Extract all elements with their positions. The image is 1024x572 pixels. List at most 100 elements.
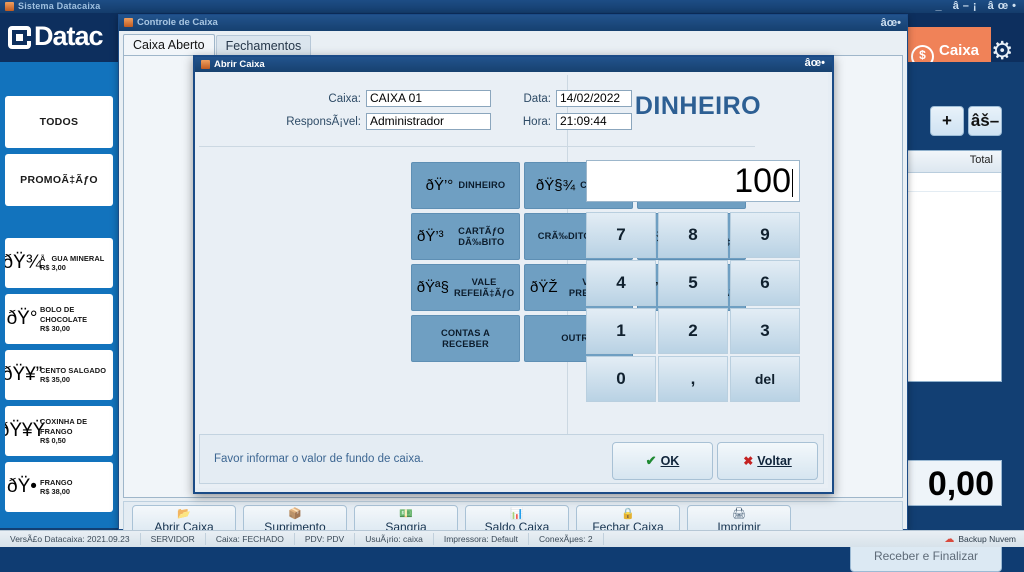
caixa-label: Caixa: bbox=[328, 92, 361, 105]
list-item[interactable]: ðŸ¾ ÃGUA MINERAL R$ 3,00 bbox=[5, 238, 113, 288]
print-icon: 🖨 bbox=[732, 508, 746, 520]
keypad-key-4[interactable]: 4 bbox=[586, 260, 656, 306]
close-icon[interactable]: âœ• bbox=[805, 56, 825, 71]
caixa-field[interactable]: CAIXA 01 bbox=[366, 90, 491, 107]
voltar-button[interactable]: ✖ Voltar bbox=[717, 442, 818, 480]
responsavel-field[interactable]: Administrador bbox=[366, 113, 491, 130]
app-titlebar: Sistema Datacaixa _ â–¡ âœ• bbox=[0, 0, 1024, 13]
logo-mark-icon bbox=[8, 26, 31, 49]
backup-status[interactable]: ☁ Backup Nuvem bbox=[936, 534, 1024, 545]
keypad-key-8[interactable]: 8 bbox=[658, 212, 728, 258]
controle-title-text: Controle de Caixa bbox=[137, 17, 218, 28]
dialog-title-text: Abrir Caixa bbox=[214, 59, 265, 70]
keypad-key-1[interactable]: 1 bbox=[586, 308, 656, 354]
dialog-footer: Favor informar o valor de fundo de caixa… bbox=[199, 434, 824, 484]
water-bottle-icon: ðŸ¾ bbox=[5, 252, 42, 273]
close-register-icon: 🔒 bbox=[621, 508, 635, 520]
keypad-key-0[interactable]: 0 bbox=[586, 356, 656, 402]
keypad-key-6[interactable]: 6 bbox=[730, 260, 800, 306]
tab-fechamentos[interactable]: Fechamentos bbox=[215, 35, 312, 56]
sidebar-item-todos[interactable]: TODOS bbox=[5, 96, 113, 148]
backup-label: Backup Nuvem bbox=[958, 534, 1016, 544]
x-icon: ✖ bbox=[743, 454, 754, 468]
close-icon[interactable]: âœ• bbox=[881, 15, 901, 31]
cake-icon: ðŸ° bbox=[6, 308, 38, 329]
keypad-key-3[interactable]: 3 bbox=[730, 308, 800, 354]
product-price: R$ 0,50 bbox=[40, 435, 66, 445]
check-icon: ✔ bbox=[645, 453, 657, 468]
keypad-key-7[interactable]: 7 bbox=[586, 212, 656, 258]
product-price: R$ 38,00 bbox=[40, 487, 70, 497]
balance-icon: 📊 bbox=[510, 508, 524, 520]
data-label: Data: bbox=[523, 92, 552, 105]
window-controls[interactable]: _ â–¡ âœ• bbox=[936, 0, 1020, 13]
ok-button[interactable]: ✔ OK bbox=[612, 442, 713, 480]
statusbar-cell: SERVIDOR bbox=[141, 533, 206, 545]
sidebar-item-promocao[interactable]: PROMOÃ‡ÃƒO bbox=[5, 154, 113, 206]
statusbar-cell: Caixa: FECHADO bbox=[206, 533, 295, 545]
hint-text: Favor informar o valor de fundo de caixa… bbox=[214, 453, 424, 465]
list-item[interactable]: ðŸ¥ŸCOXINHA DE FRANGOR$ 0,50 bbox=[5, 406, 113, 456]
payment-method-cart-o-d-bito[interactable]: ðŸ’³ CARTÃƒO DÃ‰BITO bbox=[411, 213, 520, 260]
list-item[interactable]: ðŸ° BOLO DE CHOCOLATE R$ 30,00 bbox=[5, 294, 113, 344]
product-name: ÃGUA MINERAL bbox=[40, 253, 105, 263]
dialog-body: Caixa: CAIXA 01 Data: 14/02/2022 Respons… bbox=[195, 72, 828, 488]
ok-label: OK bbox=[660, 454, 680, 468]
product-name: BOLO DE CHOCOLATE bbox=[40, 305, 88, 324]
datacaixa-logo: Datac bbox=[8, 21, 104, 52]
payment-method-label: VALE REFEIÃ‡ÃƒO bbox=[453, 276, 515, 298]
payment-method-vale-refei-o[interactable]: ðŸª§ VALE REFEIÃ‡ÃƒO bbox=[411, 264, 520, 311]
tabstrip: Caixa Aberto Fechamentos bbox=[123, 34, 312, 56]
debit-card-icon: ðŸ’³ bbox=[417, 228, 444, 245]
coxinha-icon: ðŸ¥Ÿ bbox=[5, 420, 46, 441]
keypad-key-comma[interactable]: , bbox=[658, 356, 728, 402]
hora-label: Hora: bbox=[522, 115, 551, 128]
pizza-slice-icon: ðŸ• bbox=[7, 476, 37, 497]
scale-icon[interactable]: âš– bbox=[968, 106, 1002, 136]
statusbar: VersÃ£o Datacaixa: 2021.09.23 SERVIDOR Cai… bbox=[0, 530, 1024, 547]
amount-value: 100 bbox=[734, 162, 791, 200]
voltar-label: Voltar bbox=[757, 454, 792, 468]
supply-icon: 📦 bbox=[288, 508, 302, 520]
product-name: FRANGO bbox=[40, 477, 73, 487]
food-voucher-icon: ðŸª§ bbox=[416, 279, 449, 296]
payment-method-label: CONTAS A RECEBER bbox=[440, 327, 491, 349]
cart-tools: + âš– bbox=[930, 106, 1002, 136]
application-window: Sistema Datacaixa _ â–¡ âœ• Datac $ Caixa… bbox=[0, 0, 1024, 572]
responsavel-label: ResponsÃ¡vel: bbox=[286, 115, 361, 128]
sidebar-divider bbox=[0, 212, 118, 232]
statusbar-cell: UsuÃ¡rio: caixa bbox=[355, 533, 434, 545]
brand-name-text: Datac bbox=[34, 21, 104, 51]
statusbar-cell: VersÃ£o Datacaixa: 2021.09.23 bbox=[0, 533, 141, 545]
payment-method-label: CARTÃƒO DÃ‰BITO bbox=[458, 225, 505, 247]
controle-titlebar: Controle de Caixa âœ• bbox=[119, 15, 907, 31]
product-name: CENTO SALGADO bbox=[40, 365, 107, 375]
keypad-key-5[interactable]: 5 bbox=[658, 260, 728, 306]
gift-icon: ðŸŽ bbox=[530, 279, 558, 296]
payment-method-label: DINHEIRO bbox=[458, 180, 506, 190]
product-sidebar: TODOS PROMOÃ‡ÃƒO ðŸ¾ ÃGUA MINERAL R$ 3,00… bbox=[0, 90, 118, 528]
dialog-icon bbox=[201, 60, 210, 69]
payment-method-dinheiro[interactable]: ðŸ’° DINHEIRO bbox=[411, 162, 520, 209]
product-list: ðŸ¾ ÃGUA MINERAL R$ 3,00 ðŸ° BOLO DE CHOCOL… bbox=[0, 238, 118, 512]
cloud-icon: ☁ bbox=[944, 533, 955, 545]
cheque-icon: ðŸ§¾ bbox=[535, 177, 576, 194]
tab-caixa-aberto[interactable]: Caixa Aberto bbox=[123, 34, 215, 56]
list-item[interactable]: ðŸ• FRANGO R$ 38,00 bbox=[5, 462, 113, 512]
window-icon bbox=[124, 18, 133, 27]
selected-method-title: DINHEIRO bbox=[634, 92, 762, 120]
amount-input[interactable]: 100 bbox=[586, 160, 800, 202]
snacks-icon: ðŸ¥” bbox=[5, 364, 43, 385]
keypad-key-9[interactable]: 9 bbox=[730, 212, 800, 258]
payment-method-contas-a-receber[interactable]: CONTAS A RECEBER bbox=[411, 315, 520, 362]
app-icon bbox=[5, 2, 14, 11]
text-caret bbox=[792, 169, 793, 197]
numeric-keypad: 7 8 9 4 5 6 1 2 3 0, del bbox=[586, 212, 800, 402]
list-item[interactable]: ðŸ¥” CENTO SALGADO R$ 35,00 bbox=[5, 350, 113, 400]
abrir-caixa-dialog: Abrir Caixa âœ• Caixa: CAIXA 01 Data: 14… bbox=[193, 55, 834, 494]
keypad-key-2[interactable]: 2 bbox=[658, 308, 728, 354]
add-item-button[interactable]: + bbox=[930, 106, 964, 136]
keypad-key-del[interactable]: del bbox=[730, 356, 800, 402]
product-price: R$ 35,00 bbox=[40, 375, 70, 385]
header-divider bbox=[199, 146, 755, 147]
